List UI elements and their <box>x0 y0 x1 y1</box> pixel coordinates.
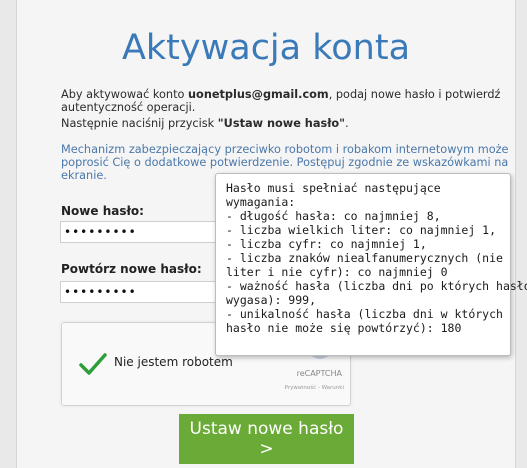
tooltip-line: - ważność hasła (liczba dni po których h… <box>226 279 527 293</box>
tooltip-line: - unikalność hasła (liczba dni w których <box>226 307 503 321</box>
page-title: Aktywacja konta <box>121 28 411 68</box>
recaptcha-links[interactable]: Prywatność - Warunki <box>285 385 344 391</box>
tooltip-line: Hasło musi spełniać następujące <box>226 181 441 195</box>
tooltip-line: - liczba wielkich liter: co najmniej 1, <box>226 223 497 237</box>
intro-text: Aby aktywować konto uonetplus@gmail.com,… <box>61 88 501 114</box>
tooltip-line: liter i nie cyfr): co najmniej 0 <box>226 265 448 279</box>
account-email: uonetplus@gmail.com <box>188 88 329 101</box>
tooltip-line: wymagania: <box>226 195 296 209</box>
tooltip-line: - liczba cyfr: co najmniej 1, <box>226 237 427 251</box>
instruction-text: Następnie naciśnij przycisk "Ustaw nowe … <box>61 117 349 130</box>
checkmark-icon[interactable] <box>78 351 108 377</box>
repeat-password-label: Powtórz nowe hasło: <box>61 262 202 276</box>
set-password-button[interactable]: Ustaw nowe hasło > <box>179 414 354 464</box>
tooltip-line: - długość hasła: co najmniej 8, <box>226 209 441 223</box>
password-requirements-tooltip: Hasło musi spełniać następujące wymagani… <box>215 173 527 356</box>
new-password-label: Nowe hasło: <box>61 204 144 218</box>
tooltip-line: wygasa): 999, <box>226 293 317 307</box>
recaptcha-label[interactable]: Nie jestem robotem <box>114 355 233 369</box>
tooltip-line: hasło nie może się powtórzyć): 180 <box>226 321 462 335</box>
tooltip-line: - liczba znaków niealfanumerycznych (nie <box>226 251 503 265</box>
recaptcha-brand: reCAPTCHA <box>296 369 342 378</box>
